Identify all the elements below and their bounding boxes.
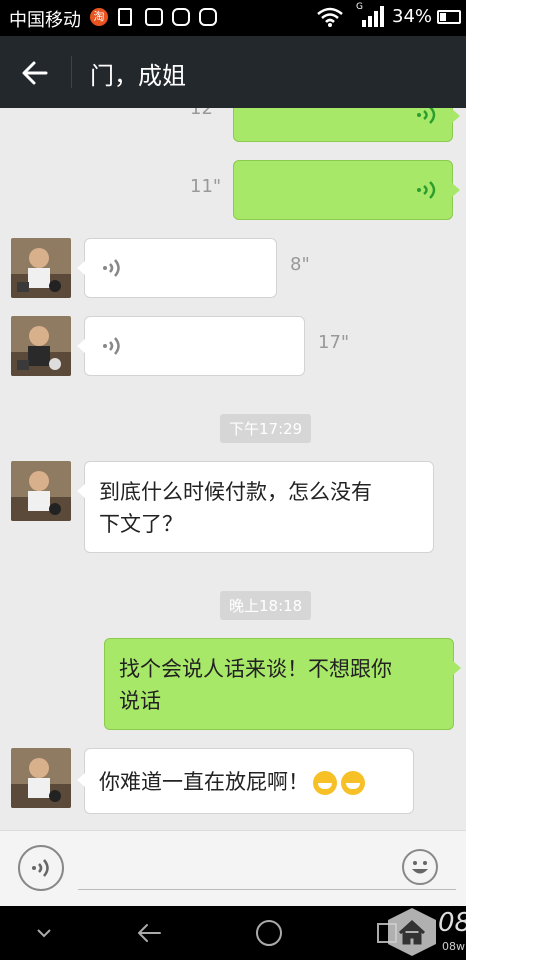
battery-percent: 34% — [392, 6, 433, 27]
chat-title: 门，成姐 — [90, 62, 186, 90]
home-house-icon[interactable] — [384, 906, 440, 958]
voice-wave-icon — [417, 108, 436, 124]
overlay-clock: 08 — [438, 908, 466, 938]
back-arrow-icon[interactable] — [18, 56, 52, 90]
message-list[interactable]: 12" 11" 8" 17" 下午17:29 到底什么时候付款，怎么没有 下文了… — [0, 108, 466, 830]
voice-message-sent[interactable]: 11" — [0, 160, 466, 220]
voice-message-received[interactable]: 17" — [0, 316, 466, 376]
status-bar: 中国移动 淘 G 34% — [0, 0, 466, 36]
home-circle-icon[interactable] — [254, 918, 284, 948]
voice-duration: 12" — [190, 108, 222, 119]
bubble-tail — [452, 183, 460, 197]
voice-wave-icon — [103, 337, 120, 355]
grinning-emoji-icon — [313, 771, 337, 795]
chevron-down-icon[interactable] — [34, 926, 54, 940]
voice-bubble[interactable] — [233, 108, 460, 142]
carrier-name: 中国移动 — [9, 10, 81, 31]
voice-duration: 11" — [190, 176, 222, 197]
text-message-received[interactable]: 到底什么时候付款，怎么没有 下文了？ — [0, 461, 466, 553]
battery-fill — [440, 13, 446, 21]
taobao-notification-icon: 淘 — [90, 8, 108, 26]
voice-message-received[interactable]: 8" — [0, 238, 466, 298]
wifi-icon — [317, 7, 343, 27]
message-input[interactable] — [78, 889, 456, 890]
bubble-tail — [77, 773, 85, 787]
contact-avatar[interactable] — [11, 238, 71, 298]
chat-header: 门，成姐 — [0, 36, 466, 108]
message-timestamp: 晚上18:18 — [220, 591, 312, 620]
phone-screen: 中国移动 淘 G 34% 门，成姐 12" 11" 8" 17" 下午17:29… — [0, 0, 466, 960]
text-bubble[interactable]: 到底什么时候付款，怎么没有 下文了？ — [77, 461, 434, 553]
grinning-emoji-icon — [341, 771, 365, 795]
message-text: 到底什么时候付款，怎么没有 下文了？ — [99, 476, 372, 540]
bubble-tail — [453, 661, 461, 675]
battery-icon — [437, 10, 461, 24]
floating-assistant-overlay[interactable]: 08 08w — [378, 904, 466, 960]
text-message-received[interactable]: 你难道一直在放屁啊！ — [0, 748, 466, 814]
voice-duration: 8" — [290, 254, 310, 275]
text-bubble[interactable]: 找个会说人话来谈！不想跟你 说话 — [104, 638, 461, 730]
text-message-sent[interactable]: 找个会说人话来谈！不想跟你 说话 — [0, 638, 466, 730]
voice-bubble[interactable] — [77, 316, 305, 376]
contact-avatar[interactable] — [11, 461, 71, 521]
voice-message-sent[interactable]: 12" — [0, 108, 466, 144]
image-notification-icon — [145, 8, 163, 26]
smiley-icon[interactable] — [402, 849, 438, 885]
back-triangle-icon[interactable] — [134, 918, 164, 948]
battery-charging-notification-icon — [118, 8, 132, 26]
message-line: 下文了？ — [99, 512, 183, 536]
cellular-signal-icon: G — [356, 2, 386, 32]
message-text: 你难道一直在放屁啊！ — [99, 766, 365, 798]
voice-bubble[interactable] — [233, 160, 460, 220]
message-timestamp: 下午17:29 — [220, 414, 312, 443]
message-line: 到底什么时候付款，怎么没有 — [99, 480, 372, 504]
input-bar — [0, 830, 466, 906]
contact-avatar[interactable] — [11, 748, 71, 808]
text-bubble[interactable]: 你难道一直在放屁啊！ — [77, 748, 414, 814]
overlay-small-text: 08w — [442, 940, 465, 953]
message-line: 找个会说人话来谈！不想跟你 — [119, 657, 392, 681]
header-divider — [71, 56, 72, 88]
app-notification-icon — [172, 8, 190, 26]
network-type-label: G — [356, 2, 363, 12]
bubble-tail — [77, 484, 85, 498]
message-line: 说话 — [119, 689, 161, 713]
bubble-tail — [77, 261, 85, 275]
voice-bubble[interactable] — [77, 238, 277, 298]
voice-input-icon[interactable] — [18, 845, 64, 891]
message-line: 你难道一直在放屁啊！ — [99, 770, 309, 794]
bubble-tail — [452, 109, 460, 123]
app-notification-icon-2 — [199, 8, 217, 26]
voice-duration: 17" — [318, 332, 350, 353]
voice-wave-icon — [417, 181, 436, 199]
voice-wave-icon — [103, 259, 120, 277]
bubble-tail — [77, 339, 85, 353]
message-text: 找个会说人话来谈！不想跟你 说话 — [119, 653, 392, 717]
contact-avatar[interactable] — [11, 316, 71, 376]
